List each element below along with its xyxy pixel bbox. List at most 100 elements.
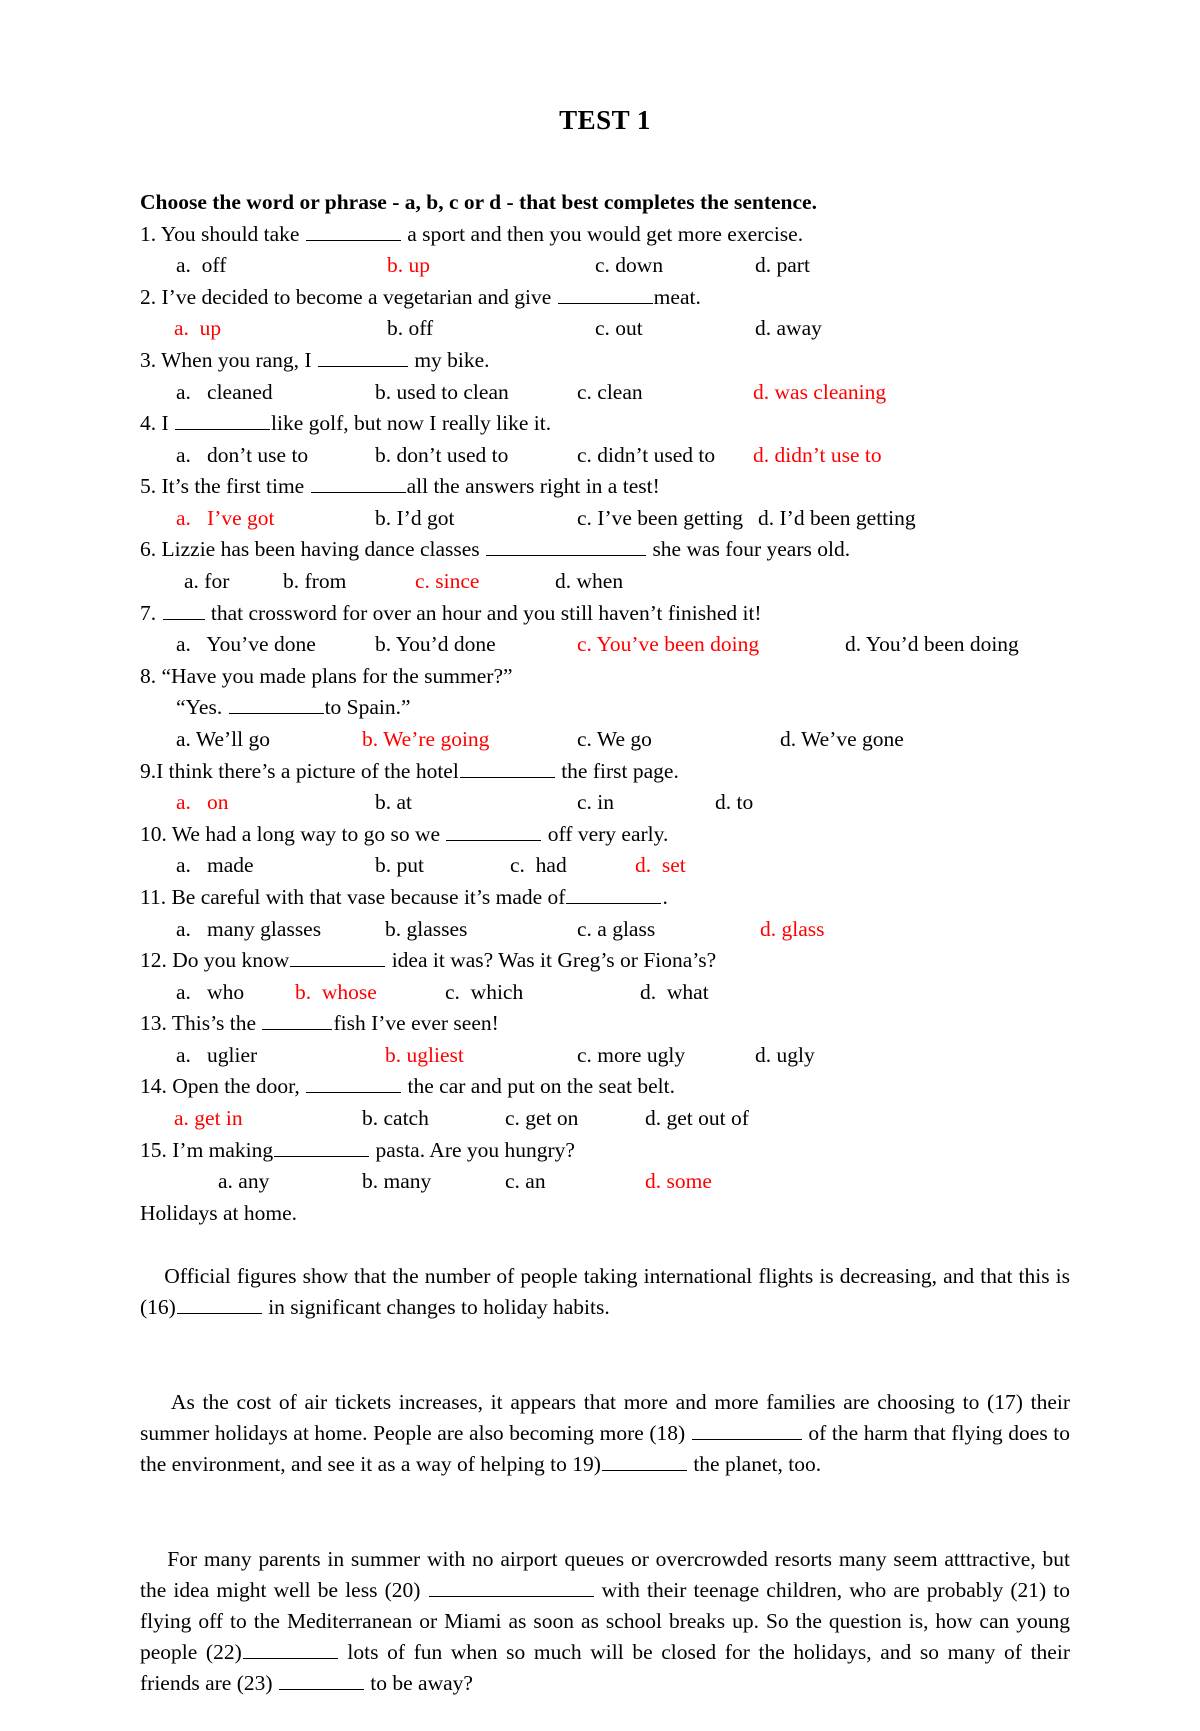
option-13-3[interactable]: c. more ugly [577, 1041, 685, 1071]
question-text-after-blank: to Spain.” [324, 695, 411, 720]
instruction-text: Choose the word or phrase - a, b, c or d… [140, 190, 817, 214]
option-2-4[interactable]: d. away [755, 314, 822, 344]
option-4-3[interactable]: c. didn’t used to [577, 441, 715, 471]
option-13-2[interactable]: b. ugliest [385, 1041, 464, 1071]
option-7-4[interactable]: d. You’d been doing [845, 630, 1019, 660]
option-9-2[interactable]: b. at [375, 788, 412, 818]
option-13-4[interactable]: d. ugly [755, 1041, 815, 1071]
question-text-before-blank: 12. Do you know [140, 948, 290, 973]
option-12-2[interactable]: b. whose [295, 978, 377, 1008]
options-row-14: a. get in b. catch c. get on d. get out of [140, 1104, 1070, 1134]
question-text-before-blank: 13. This’s the [140, 1011, 262, 1036]
option-14-2[interactable]: b. catch [362, 1104, 429, 1134]
option-10-3[interactable]: c. had [510, 851, 567, 881]
option-5-3[interactable]: c. I’ve been getting [577, 504, 743, 534]
question-stem-11: 11. Be careful with that vase because it… [140, 883, 1070, 913]
option-12-1[interactable]: a. who [176, 978, 244, 1008]
option-8-1[interactable]: a. We’ll go [176, 725, 270, 755]
option-7-2[interactable]: b. You’d done [375, 630, 496, 660]
question-text-before-blank: 10. We had a long way to go so we [140, 821, 446, 846]
question-text-before-blank: 8. “Have you made plans for the summer?” [140, 663, 513, 688]
answer-blank-1 [305, 220, 401, 241]
question-stem-1: 1. You should take a sport and then you … [140, 220, 1070, 250]
option-8-3[interactable]: c. We go [577, 725, 652, 755]
option-4-1[interactable]: a. don’t use to [176, 441, 308, 471]
question-stem-9: 9.I think there’s a picture of the hotel… [140, 757, 1070, 787]
question-text-after-blank: the car and put on the seat belt. [402, 1074, 675, 1099]
option-10-1[interactable]: a. made [176, 851, 254, 881]
option-6-1[interactable]: a. for [184, 567, 229, 597]
option-10-4[interactable]: d. set [635, 851, 686, 881]
question-text-after-blank: pasta. Are you hungry? [370, 1137, 575, 1162]
option-15-3[interactable]: c. an [505, 1167, 546, 1197]
question-text-before-blank: 14. Open the door, [140, 1074, 306, 1099]
options-row-9: a. on b. at c. in d. to [140, 788, 1070, 818]
options-row-11: a. many glasses b. glasses c. a glass d. gl… [140, 915, 1070, 945]
answer-blank-9 [459, 757, 555, 778]
option-11-1[interactable]: a. many glasses [176, 915, 321, 945]
option-15-1[interactable]: a. any [218, 1167, 269, 1197]
option-12-4[interactable]: d. what [640, 978, 709, 1008]
answer-blank-16 [176, 1293, 262, 1315]
answer-blank-11 [566, 883, 662, 904]
question-stem-15: 15. I’m making pasta. Are you hungry? [140, 1136, 1070, 1166]
option-3-1[interactable]: a. cleaned [176, 378, 273, 408]
question-stem-4: 4. I like golf, but now I really like it… [140, 409, 1070, 439]
options-row-13: a. uglier b. ugliest c. more ugly d. ugly [140, 1041, 1070, 1071]
option-6-3[interactable]: c. since [415, 567, 479, 597]
option-4-4[interactable]: d. didn’t use to [753, 441, 882, 471]
option-3-3[interactable]: c. clean [577, 378, 643, 408]
answer-blank-12 [290, 946, 386, 968]
option-1-1[interactable]: a. off [176, 251, 226, 281]
option-15-2[interactable]: b. many [362, 1167, 431, 1197]
option-4-2[interactable]: b. don’t used to [375, 441, 508, 471]
option-7-3[interactable]: c. You’ve been doing [577, 630, 759, 660]
question-stem-8: 8. “Have you made plans for the summer?” [140, 662, 1070, 692]
option-3-2[interactable]: b. used to clean [375, 378, 509, 408]
option-11-3[interactable]: c. a glass [577, 915, 655, 945]
question-text-after-blank: off very early. [542, 821, 669, 846]
options-row-15: a. any b. many c. an d. some [140, 1167, 1070, 1197]
question-text-after-blank: . [662, 884, 668, 909]
option-2-2[interactable]: b. off [387, 314, 433, 344]
reading-heading: Holidays at home. [140, 1200, 298, 1225]
question-stem-6: 6. Lizzie has been having dance classes … [140, 535, 1070, 565]
option-6-4[interactable]: d. when [555, 567, 623, 597]
option-9-3[interactable]: c. in [577, 788, 614, 818]
options-row-6: a. for b. from c. since d. when [140, 567, 1070, 597]
question-stem-10: 10. We had a long way to go so we off ve… [140, 820, 1070, 850]
option-8-2[interactable]: b. We’re going [362, 725, 489, 755]
option-5-1[interactable]: a. I’ve got [176, 504, 275, 534]
option-14-3[interactable]: c. get on [505, 1104, 578, 1134]
question-text-before-blank: 1. You should take [140, 221, 305, 246]
option-1-2[interactable]: b. up [387, 251, 430, 281]
document-page: TEST 1 Choose the word or phrase - a, b,… [0, 0, 1200, 1695]
option-11-4[interactable]: d. glass [760, 915, 825, 945]
answer-blank-15 [274, 1136, 370, 1157]
option-13-1[interactable]: a. uglier [176, 1041, 257, 1071]
question-text-after-blank: idea it was? Was it Greg’s or Fiona’s? [386, 948, 717, 973]
option-10-2[interactable]: b. put [375, 851, 424, 881]
option-6-2[interactable]: b. from [283, 567, 346, 597]
option-5-4[interactable]: d. I’d been getting [758, 504, 916, 534]
option-7-1[interactable]: a. You’ve done [176, 630, 316, 660]
option-2-3[interactable]: c. out [595, 314, 643, 344]
option-15-4[interactable]: d. some [645, 1167, 712, 1197]
option-1-4[interactable]: d. part [755, 251, 810, 281]
question-text-after-blank: meat. [653, 284, 701, 309]
option-3-4[interactable]: d. was cleaning [753, 378, 886, 408]
option-5-2[interactable]: b. I’d got [375, 504, 454, 534]
option-8-4[interactable]: d. We’ve gone [780, 725, 904, 755]
option-9-1[interactable]: a. on [176, 788, 229, 818]
option-14-4[interactable]: d. get out of [645, 1104, 749, 1134]
option-11-2[interactable]: b. glasses [385, 915, 467, 945]
question-stem-12: 12. Do you know idea it was? Was it Greg… [140, 946, 1070, 976]
answer-blank-7 [162, 599, 205, 620]
option-9-4[interactable]: d. to [715, 788, 753, 818]
option-12-3[interactable]: c. which [445, 978, 523, 1008]
option-1-3[interactable]: c. down [595, 251, 663, 281]
options-row-1: a. off b. up c. down d. part [140, 251, 1070, 281]
option-2-1[interactable]: a. up [174, 314, 221, 344]
question-text-after-blank: a sport and then you would get more exer… [401, 221, 804, 246]
option-14-1[interactable]: a. get in [174, 1104, 243, 1134]
